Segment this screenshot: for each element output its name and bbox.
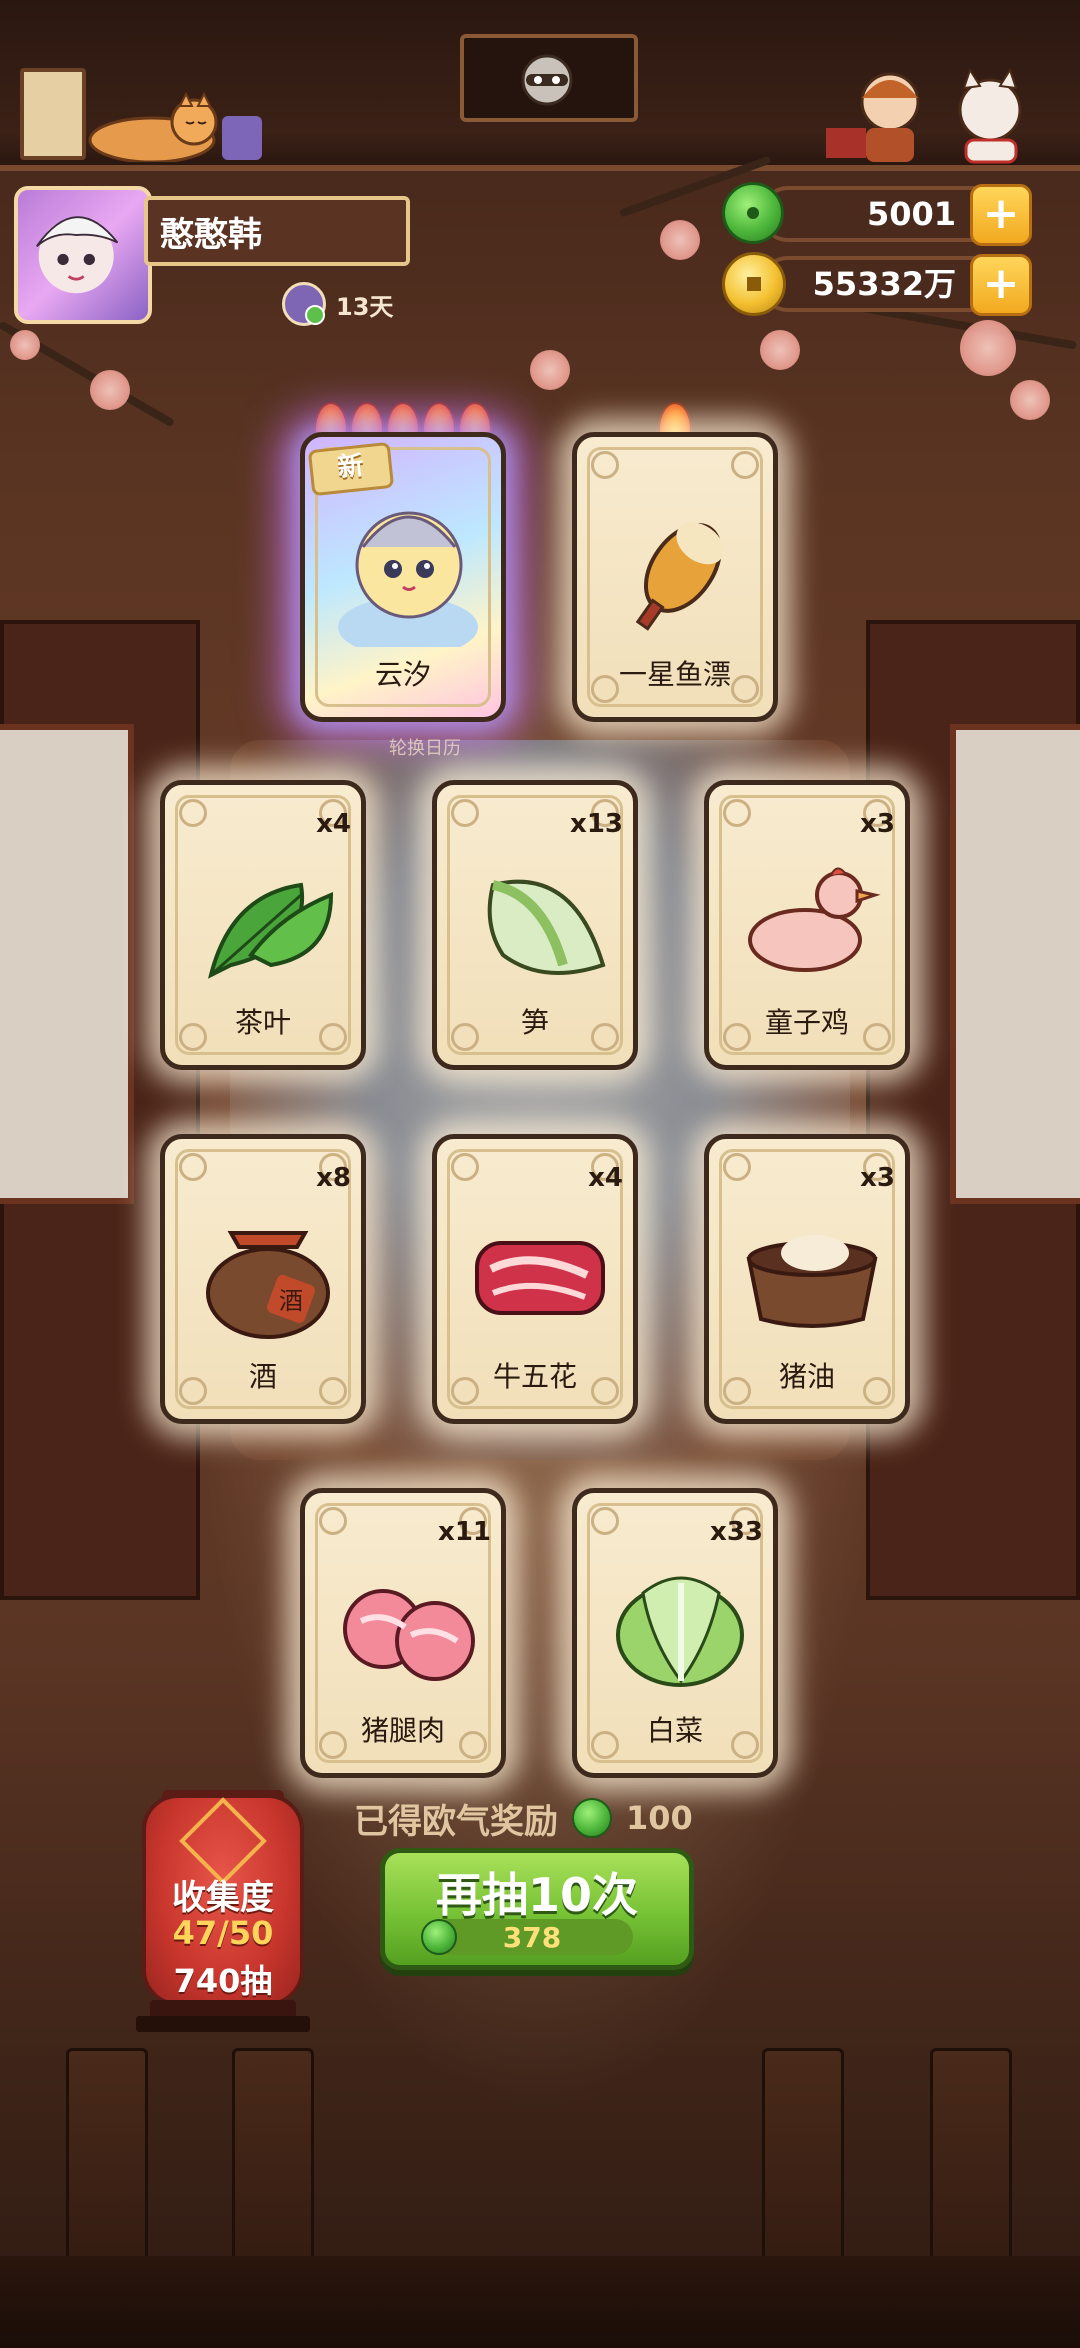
blossom-icon bbox=[530, 350, 570, 390]
blossom-icon bbox=[10, 330, 40, 360]
hanging-scroll-icon bbox=[20, 68, 86, 160]
blossom-icon bbox=[760, 330, 800, 370]
card-count: x13 bbox=[570, 809, 623, 839]
card-count: x3 bbox=[860, 809, 895, 839]
reward-value: 100 bbox=[626, 1799, 693, 1837]
collection-title: 收集度 bbox=[172, 1878, 274, 1918]
login-days: 13天 bbox=[282, 280, 393, 328]
card-label: 白菜 bbox=[646, 1714, 703, 1747]
card-label: 一星鱼漂 bbox=[618, 658, 731, 691]
card-count: x3 bbox=[860, 1163, 895, 1193]
tea-leaf-icon bbox=[208, 882, 334, 979]
gold-amount: 55332万 bbox=[812, 265, 956, 303]
add-jade-button[interactable]: + bbox=[970, 184, 1032, 246]
card-chicken[interactable]: x3 童子鸡 bbox=[704, 780, 910, 1070]
player-name: 憨憨韩 bbox=[144, 196, 410, 266]
add-gold-button[interactable]: + bbox=[970, 254, 1032, 316]
fence-rail bbox=[0, 2256, 1080, 2348]
right-wooden-window bbox=[866, 620, 1080, 1600]
raccoon-portrait bbox=[460, 34, 638, 122]
blossom-icon bbox=[1010, 380, 1050, 420]
top-shelf bbox=[0, 0, 1080, 171]
character-badge-icon bbox=[282, 282, 326, 326]
card-tea[interactable]: x4 茶叶 bbox=[160, 780, 366, 1070]
jade-amount: 5001 bbox=[866, 195, 956, 233]
card-label: 童子鸡 bbox=[764, 1006, 849, 1039]
chicken-icon bbox=[748, 867, 881, 972]
collection-draws: 740抽 bbox=[173, 1962, 273, 2000]
blossom-icon bbox=[660, 220, 700, 260]
card-label: 猪腿肉 bbox=[360, 1714, 445, 1747]
card-label: 茶叶 bbox=[234, 1006, 291, 1039]
wine-jar-icon: 酒 bbox=[206, 1231, 330, 1339]
draw-cost-value: 378 bbox=[502, 1921, 562, 1954]
cabbage-icon bbox=[616, 1576, 744, 1687]
shelf-characters-icon bbox=[826, 67, 1022, 164]
card-lard[interactable]: x3 猪油 bbox=[704, 1134, 910, 1424]
draw-cost: 378 bbox=[421, 1919, 633, 1955]
card-cabbage[interactable]: x33 白菜 bbox=[572, 1488, 778, 1778]
card-wine[interactable]: x8 酒 酒 bbox=[160, 1134, 366, 1424]
blossom-icon bbox=[90, 370, 130, 410]
gold-coin-icon bbox=[722, 252, 786, 316]
reward-label: 已得欧气奖励 bbox=[354, 1801, 558, 1842]
new-tag: 新 bbox=[307, 441, 395, 497]
card-count: x8 bbox=[316, 1163, 351, 1193]
left-wooden-window bbox=[0, 620, 200, 1600]
card-label: 云汐 bbox=[374, 658, 431, 691]
girl-character-icon bbox=[338, 511, 478, 647]
purple-jar-icon bbox=[222, 116, 262, 160]
card-beef[interactable]: x4 牛五花 bbox=[432, 1134, 638, 1424]
card-count: x33 bbox=[710, 1517, 763, 1547]
bamboo-shoot-icon bbox=[487, 879, 606, 975]
player-avatar[interactable] bbox=[14, 186, 152, 324]
draw-button-label: 再抽10次 bbox=[435, 1868, 638, 1922]
beef-icon bbox=[475, 1241, 605, 1315]
rotate-calendar-text: 轮换日历 bbox=[389, 738, 461, 759]
jade-icon bbox=[722, 182, 784, 244]
gacha-result-screen: 憨憨韩 13天 5001 + 55332万 + 云汐 新 轮换日历 一星鱼漂 x… bbox=[0, 0, 1080, 2348]
card-fishing-float[interactable]: 一星鱼漂 bbox=[572, 432, 778, 722]
collection-lantern[interactable]: 收集度 47/50 740抽 bbox=[142, 1794, 304, 2006]
card-count: x4 bbox=[316, 809, 351, 839]
card-label: 酒 bbox=[248, 1360, 277, 1393]
blossom-icon bbox=[960, 320, 1016, 376]
avatar-character-icon bbox=[36, 216, 119, 294]
gold-currency-bar: 55332万 + bbox=[760, 254, 1032, 316]
lard-icon bbox=[746, 1235, 878, 1328]
sleeping-cat-icon bbox=[88, 92, 218, 162]
card-pork-leg[interactable]: x11 猪腿肉 bbox=[300, 1488, 506, 1778]
lantern-stand bbox=[136, 2016, 310, 2032]
card-label: 笋 bbox=[520, 1006, 549, 1039]
jade-icon bbox=[572, 1798, 612, 1838]
pork-leg-icon bbox=[343, 1589, 475, 1681]
collection-progress: 47/50 bbox=[172, 1914, 274, 1952]
fishing-float-icon bbox=[635, 522, 724, 631]
card-label: 牛五花 bbox=[492, 1360, 577, 1393]
login-days-text: 13天 bbox=[336, 292, 394, 321]
draw-10-button[interactable]: 再抽10次 378 bbox=[380, 1848, 694, 1970]
raccoon-icon bbox=[521, 54, 573, 106]
luck-reward: 已得欧气奖励 100 bbox=[354, 1792, 693, 1844]
jade-currency-bar: 5001 + bbox=[760, 184, 1032, 246]
card-bamboo-shoot[interactable]: x13 笋 bbox=[432, 780, 638, 1070]
card-count: x11 bbox=[438, 1517, 491, 1547]
card-count: x4 bbox=[588, 1163, 623, 1193]
jar-text: 酒 bbox=[279, 1287, 303, 1315]
card-label: 猪油 bbox=[778, 1360, 835, 1393]
